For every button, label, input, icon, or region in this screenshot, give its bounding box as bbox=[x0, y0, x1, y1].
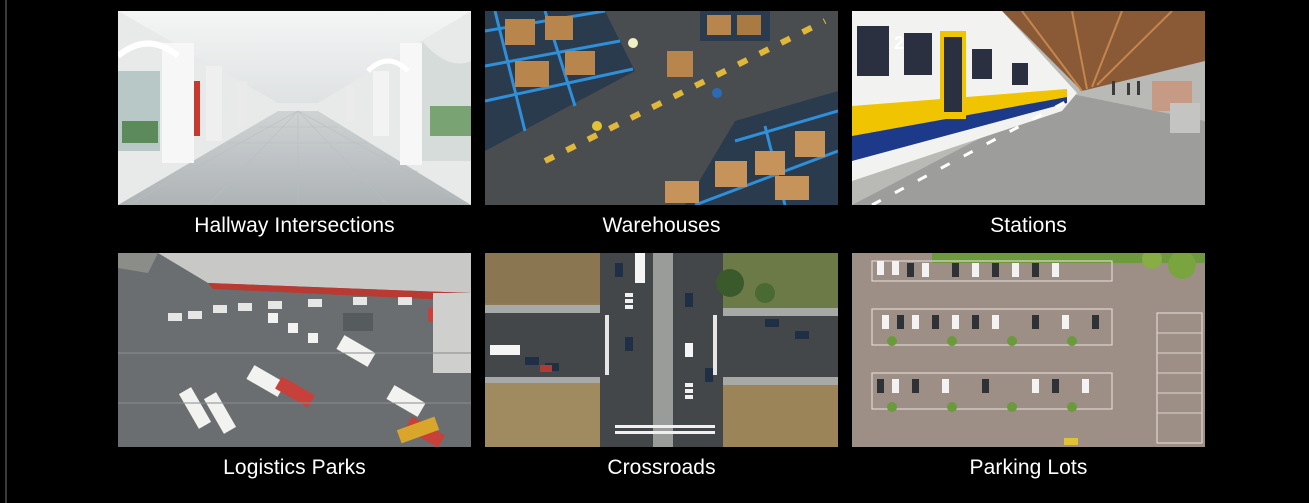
tile-caption: Logistics Parks bbox=[223, 456, 366, 479]
station-photo-graphic: 2 bbox=[852, 11, 1205, 205]
warehouse-photo-graphic bbox=[485, 11, 838, 205]
parking-lot-photo-graphic bbox=[852, 253, 1205, 447]
warehouse-photo[interactable] bbox=[485, 11, 838, 205]
logistics-park-photo-graphic bbox=[118, 253, 471, 447]
tile-caption: Stations bbox=[990, 214, 1067, 237]
gallery-tile-parking-lots[interactable]: Parking Lots bbox=[852, 253, 1205, 489]
hallway-photo[interactable] bbox=[118, 11, 471, 205]
tile-caption: Crossroads bbox=[607, 456, 716, 479]
tile-caption: Hallway Intersections bbox=[194, 214, 395, 237]
tile-caption: Warehouses bbox=[602, 214, 721, 237]
hallway-photo-graphic bbox=[118, 11, 471, 205]
gallery-tile-crossroads[interactable]: Crossroads bbox=[485, 253, 838, 489]
parking-lot-photo[interactable] bbox=[852, 253, 1205, 447]
crossroads-photo-graphic bbox=[485, 253, 838, 447]
left-edge-divider bbox=[5, 0, 7, 503]
tile-caption: Parking Lots bbox=[969, 456, 1088, 479]
gallery-tile-warehouses[interactable]: Warehouses bbox=[485, 11, 838, 247]
gallery-tile-hallway[interactable]: Hallway Intersections bbox=[118, 11, 471, 247]
svg-text:2: 2 bbox=[894, 33, 904, 53]
gallery-tile-logistics-parks[interactable]: Logistics Parks bbox=[118, 253, 471, 489]
crossroads-photo[interactable] bbox=[485, 253, 838, 447]
gallery-tile-stations[interactable]: 2 Stations bbox=[852, 11, 1205, 247]
use-case-gallery: Hallway Intersections Warehouses 2 Stati… bbox=[118, 11, 1205, 489]
logistics-park-photo[interactable] bbox=[118, 253, 471, 447]
station-photo[interactable]: 2 bbox=[852, 11, 1205, 205]
